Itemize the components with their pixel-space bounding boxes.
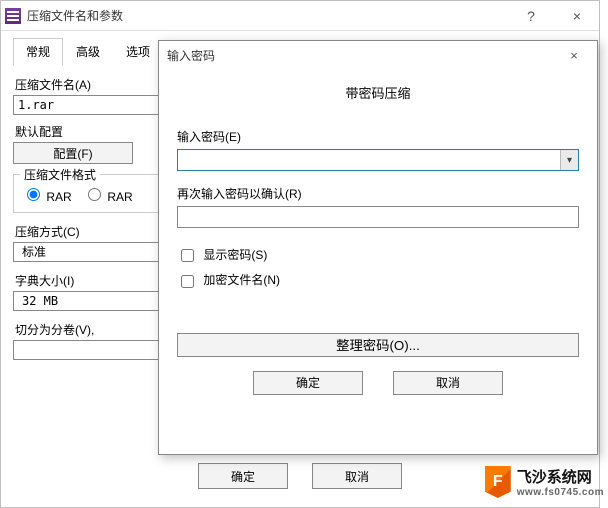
modal-close-button[interactable]: × (559, 48, 589, 63)
encrypt-names-checkbox[interactable]: 加密文件名(N) (177, 273, 280, 287)
password-combo[interactable]: ▾ (177, 149, 579, 171)
winrar-icon (5, 8, 21, 24)
format-rar-alt-label: RAR (107, 190, 132, 204)
watermark-line2: www.fs0745.com (517, 487, 604, 498)
modal-body: 带密码压缩 输入密码(E) ▾ 再次输入密码以确认(R) 显示密码(S) 加密文… (159, 69, 597, 403)
format-rar-radio[interactable]: RAR (22, 190, 72, 204)
encrypt-names-box[interactable] (181, 275, 194, 288)
format-legend: 压缩文件格式 (20, 166, 100, 183)
help-button[interactable]: ? (513, 8, 549, 24)
manage-passwords-button[interactable]: 整理密码(O)... (177, 333, 579, 357)
modal-buttons: 确定 取消 (177, 371, 579, 395)
password-dropdown-icon[interactable]: ▾ (560, 150, 578, 170)
show-password-box[interactable] (181, 249, 194, 262)
confirm-label: 再次输入密码以确认(R) (177, 185, 579, 202)
password-label: 输入密码(E) (177, 128, 579, 145)
watermark-flag-icon: F (485, 466, 511, 498)
tab-general[interactable]: 常规 (13, 38, 63, 66)
modal-heading: 带密码压缩 (177, 83, 579, 102)
modal-ok-button[interactable]: 确定 (253, 371, 363, 395)
tab-options[interactable]: 选项 (113, 38, 163, 66)
modal-title: 输入密码 (167, 47, 559, 64)
encrypt-names-label: 加密文件名(N) (203, 273, 280, 287)
config-button[interactable]: 配置(F) (13, 142, 133, 164)
watermark-text: 飞沙系统网 www.fs0745.com (517, 466, 604, 498)
watermark-line1: 飞沙系统网 (517, 469, 592, 486)
show-password-label: 显示密码(S) (203, 248, 267, 262)
watermark: F 飞沙系统网 www.fs0745.com (485, 466, 604, 498)
main-title: 压缩文件名和参数 (27, 7, 513, 24)
confirm-password-input[interactable] (177, 206, 579, 228)
tab-advanced[interactable]: 高级 (63, 38, 113, 66)
main-titlebar: 压缩文件名和参数 ? × (1, 1, 599, 31)
password-dialog: 输入密码 × 带密码压缩 输入密码(E) ▾ 再次输入密码以确认(R) 显示密码… (158, 40, 598, 455)
main-ok-button[interactable]: 确定 (198, 463, 288, 489)
main-cancel-button[interactable]: 取消 (312, 463, 402, 489)
show-password-checkbox[interactable]: 显示密码(S) (177, 248, 267, 262)
modal-cancel-button[interactable]: 取消 (393, 371, 503, 395)
format-rar-alt-radio[interactable]: RAR (83, 190, 133, 204)
password-input[interactable] (178, 150, 560, 170)
modal-titlebar: 输入密码 × (159, 41, 597, 69)
main-window-controls: ? × (513, 8, 595, 24)
format-rar-label: RAR (46, 190, 71, 204)
close-button[interactable]: × (559, 8, 595, 24)
